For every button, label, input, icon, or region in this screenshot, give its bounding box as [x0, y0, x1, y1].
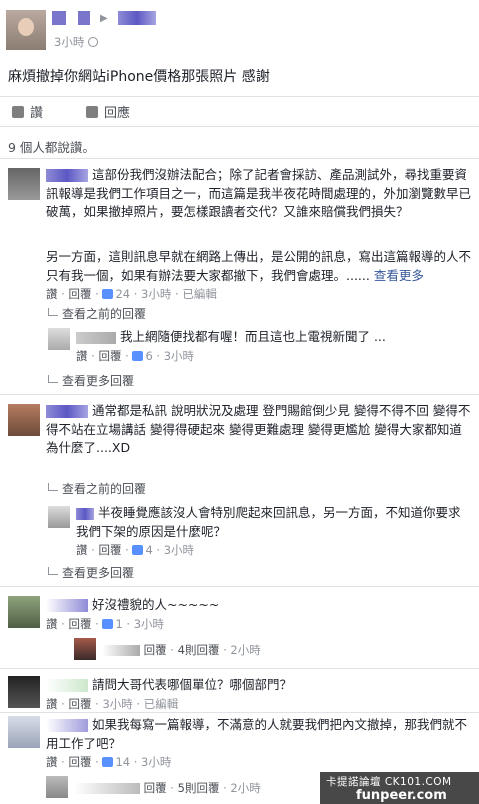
- commenter-avatar[interactable]: [8, 596, 40, 628]
- replies-count-link[interactable]: 4則回覆: [178, 643, 220, 657]
- globe-icon: [88, 37, 99, 47]
- comment-reply-link[interactable]: 回覆: [68, 617, 91, 631]
- reply-link[interactable]: 回覆: [144, 781, 167, 795]
- commenter-name-blurred[interactable]: [46, 405, 88, 418]
- comment-meta: 讚 · 回覆 · 1 · 3小時: [46, 617, 165, 631]
- comment-text: 如果我每寫一篇報導，不滿意的人就要我們把內文撤掉，那我們就不用工作了吧？: [46, 717, 467, 751]
- like-count-icon: [132, 351, 144, 361]
- reply-text: 我上網隨便找都有喔！而且這也上電視新聞了 ...: [76, 328, 471, 347]
- commenter-name-blurred[interactable]: [46, 719, 88, 732]
- reply-like-link[interactable]: 讚: [76, 349, 88, 363]
- edited-label[interactable]: 已編輯: [182, 287, 217, 301]
- like-count[interactable]: 24: [115, 287, 130, 301]
- comment-time[interactable]: 3小時: [141, 287, 171, 301]
- comment-time[interactable]: 3小時: [134, 617, 164, 631]
- comment-text-2: 另一方面，這則訊息早就在網路上傳出，是公開的訊息，寫出這篇報導的人不只有我一個，…: [46, 249, 472, 283]
- post-text: 麻煩撤掉你網站iPhone價格那張照片 感謝: [8, 69, 270, 85]
- reply-text: 半夜睡覺應該沒人會特別爬起來回訊息，另一方面，不知道你要求我們下架的原因是什麼呢…: [76, 505, 461, 539]
- watermark: 卡提諾論壇 CK101.COM funpeer.com: [320, 772, 479, 804]
- like-button[interactable]: 讚: [12, 102, 43, 121]
- thumb-up-icon: [12, 106, 24, 118]
- reply-like-link[interactable]: 讚: [76, 543, 88, 557]
- view-more-replies[interactable]: 查看更多回覆: [48, 372, 134, 389]
- commenter-name-blurred[interactable]: [46, 599, 88, 612]
- replies-count-link[interactable]: 5則回覆: [178, 781, 220, 795]
- view-previous-replies[interactable]: 查看之前的回覆: [48, 480, 146, 497]
- comment-icon: [86, 106, 98, 118]
- reply-avatar[interactable]: [74, 638, 96, 660]
- author-avatar[interactable]: [6, 10, 46, 50]
- reply-like-count[interactable]: 6: [145, 349, 152, 363]
- comment-meta: 讚 · 回覆 · 24 · 3小時 · 已編輯: [46, 287, 217, 301]
- like-count-icon: [102, 289, 114, 299]
- arrow-icon: ▶: [99, 13, 108, 24]
- reply-summary: 回覆 · 4則回覆 · 2小時: [102, 642, 261, 658]
- comment-text: 請問大哥代表哪個單位？哪個部門？: [46, 676, 471, 695]
- reply-like-count[interactable]: 4: [145, 543, 152, 557]
- comment-text: 好沒禮貌的人~~~~~: [46, 596, 471, 615]
- view-previous-replies[interactable]: 查看之前的回覆: [48, 305, 146, 322]
- post-header: ▶ 3小時: [0, 0, 479, 60]
- author-name-blurred[interactable]: [52, 10, 66, 25]
- reply-name-blurred[interactable]: [76, 331, 116, 344]
- comment-time[interactable]: 3小時: [141, 755, 171, 769]
- reply-avatar[interactable]: [48, 506, 70, 528]
- comment-text: 通常都是私訊 說明狀況及處理 登門賜館倒少見 變得不得不回 變得不得不站在立場講…: [46, 403, 471, 455]
- reply-time[interactable]: 3小時: [164, 543, 194, 557]
- watermark-line1: 卡提諾論壇 CK101.COM: [326, 776, 452, 788]
- comment-like-link[interactable]: 讚: [46, 617, 58, 631]
- reply-name-blurred[interactable]: [102, 645, 140, 656]
- like-count-icon: [102, 619, 114, 629]
- like-count-icon: [102, 757, 114, 767]
- comment-like-link[interactable]: 讚: [46, 287, 58, 301]
- comment-meta: 讚 · 回覆 · 14 · 3小時: [46, 755, 172, 769]
- watermark-line2: funpeer.com: [356, 788, 447, 803]
- commenter-avatar[interactable]: [8, 676, 40, 708]
- comment-like-link[interactable]: 讚: [46, 697, 58, 711]
- commenter-avatar[interactable]: [8, 168, 40, 200]
- reply-meta: 讚 · 回覆 · 4 · 3小時: [76, 543, 195, 557]
- likes-summary[interactable]: 9 個人都說讚。: [8, 137, 95, 156]
- reply-time[interactable]: 3小時: [164, 349, 194, 363]
- author-name-blurred-2[interactable]: [77, 10, 90, 25]
- view-more-replies[interactable]: 查看更多回覆: [48, 564, 134, 581]
- reply-reply-link[interactable]: 回覆: [98, 543, 121, 557]
- reply-meta: 讚 · 回覆 · 6 · 3小時: [76, 349, 195, 363]
- commenter-name-blurred[interactable]: [46, 169, 88, 182]
- target-page-blurred[interactable]: [117, 10, 156, 25]
- comment-time[interactable]: 3小時: [102, 697, 132, 711]
- reply-name-blurred[interactable]: [74, 783, 140, 794]
- see-more-link[interactable]: 查看更多: [374, 268, 424, 283]
- reply-avatar[interactable]: [48, 328, 70, 350]
- comment-button[interactable]: 回應: [86, 102, 130, 121]
- reply-reply-link[interactable]: 回覆: [98, 349, 121, 363]
- comment-like-link[interactable]: 讚: [46, 755, 58, 769]
- comment-reply-link[interactable]: 回覆: [68, 697, 91, 711]
- comment-meta: 讚 · 回覆 · 3小時 · 已編輯: [46, 697, 179, 711]
- edited-label[interactable]: 已編輯: [144, 697, 179, 711]
- reply-name-blurred[interactable]: [76, 507, 94, 520]
- post-actions: 讚 回應: [8, 100, 473, 122]
- reply-avatar[interactable]: [46, 776, 68, 798]
- comment-reply-link[interactable]: 回覆: [68, 755, 91, 769]
- like-count[interactable]: 1: [115, 617, 122, 631]
- like-count[interactable]: 14: [115, 755, 130, 769]
- commenter-name-blurred[interactable]: [46, 679, 88, 692]
- author-name-row: ▶: [52, 9, 156, 25]
- reply-summary: 回覆 · 5則回覆 · 2小時: [74, 780, 261, 796]
- comment-reply-link[interactable]: 回覆: [68, 287, 91, 301]
- like-count-icon: [132, 545, 144, 555]
- commenter-avatar[interactable]: [8, 716, 40, 748]
- comment-text: 這部份我們沒辦法配合；除了記者會採訪、產品測試外，尋找重要資訊報導是我們工作項目…: [46, 167, 472, 219]
- commenter-avatar[interactable]: [8, 404, 40, 436]
- post-time[interactable]: 3小時: [54, 34, 99, 50]
- reply-time[interactable]: 2小時: [230, 643, 260, 657]
- reply-link[interactable]: 回覆: [144, 643, 167, 657]
- reply-time[interactable]: 2小時: [230, 781, 260, 795]
